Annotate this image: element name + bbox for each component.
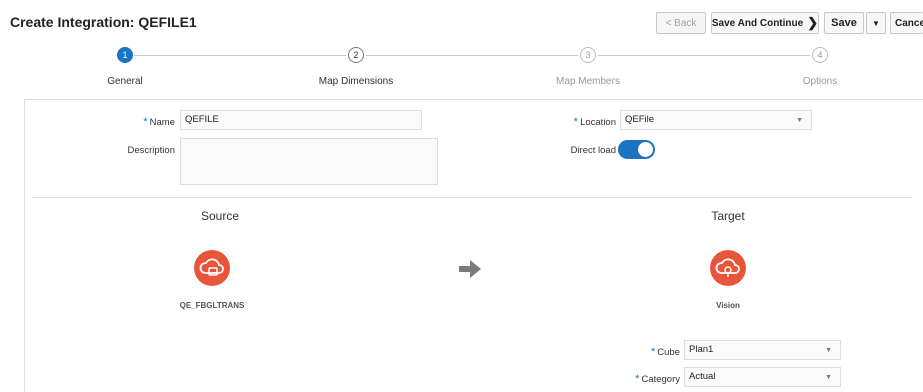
chevron-down-icon: ▼ <box>825 374 832 381</box>
direct-load-toggle[interactable] <box>618 140 655 159</box>
step-1-indicator[interactable]: 1 <box>117 47 133 63</box>
required-marker: * <box>143 116 148 128</box>
cloud-icon <box>199 258 224 276</box>
chevron-down-icon: ▼ <box>796 117 803 124</box>
train-connector <box>134 55 346 56</box>
cube-value: Plan1 <box>689 344 714 355</box>
cube-label: * Cube <box>600 346 680 358</box>
category-label: * Category <box>590 373 680 385</box>
caret-down-icon: ▼ <box>872 18 880 28</box>
step-2-label[interactable]: Map Dimensions <box>296 76 416 87</box>
target-app-name: Vision <box>716 301 740 310</box>
step-4-label[interactable]: Options <box>760 76 880 87</box>
page-title: Create Integration: QEFILE1 <box>10 14 197 30</box>
save-and-continue-label: Save And Continue <box>711 17 804 29</box>
target-app-icon[interactable] <box>710 250 746 286</box>
cancel-button[interactable]: Cance <box>890 12 923 34</box>
cloud-icon <box>715 258 740 277</box>
target-title: Target <box>711 209 745 223</box>
description-textarea[interactable] <box>180 138 438 185</box>
train-connector <box>366 55 578 56</box>
step-3-indicator[interactable]: 3 <box>580 47 596 63</box>
category-select[interactable]: Actual ▼ <box>684 367 841 387</box>
save-button[interactable]: Save <box>824 12 864 34</box>
cube-select[interactable]: Plan1 ▼ <box>684 340 841 360</box>
arrow-right-icon <box>457 256 483 287</box>
chevron-right-icon: ❯ <box>807 15 819 30</box>
location-label-text: Location <box>580 117 616 128</box>
cube-label-text: Cube <box>657 347 680 358</box>
save-menu-dropdown[interactable]: ▼ <box>866 12 886 34</box>
required-marker: * <box>651 346 656 358</box>
name-label-text: Name <box>149 117 175 128</box>
save-and-continue-button[interactable]: Save And Continue ❯ <box>711 12 819 34</box>
step-2-indicator[interactable]: 2 <box>348 47 364 63</box>
direct-load-label: Direct load <box>570 145 616 156</box>
location-value: QEFile <box>625 114 655 125</box>
chevron-down-icon: ▼ <box>825 347 832 354</box>
step-4-indicator[interactable]: 4 <box>812 47 828 63</box>
section-divider <box>32 197 912 198</box>
train-connector <box>598 55 810 56</box>
source-title: Source <box>200 209 240 223</box>
required-marker: * <box>635 373 640 385</box>
toggle-knob <box>638 142 653 157</box>
source-app-name: QE_FBGLTRANS <box>179 301 245 310</box>
category-label-text: Category <box>641 374 680 385</box>
name-label: * Name <box>100 116 175 128</box>
back-button[interactable]: < Back <box>656 12 706 34</box>
category-value: Actual <box>689 371 716 382</box>
step-1-label[interactable]: General <box>65 76 185 87</box>
step-3-label[interactable]: Map Members <box>528 76 648 87</box>
location-select[interactable]: QEFile ▼ <box>620 110 812 130</box>
name-input[interactable]: QEFILE <box>180 110 422 130</box>
required-marker: * <box>573 116 579 128</box>
description-label: Description <box>127 145 175 156</box>
source-app-icon[interactable] <box>194 250 230 286</box>
location-label: * Location <box>530 116 616 128</box>
